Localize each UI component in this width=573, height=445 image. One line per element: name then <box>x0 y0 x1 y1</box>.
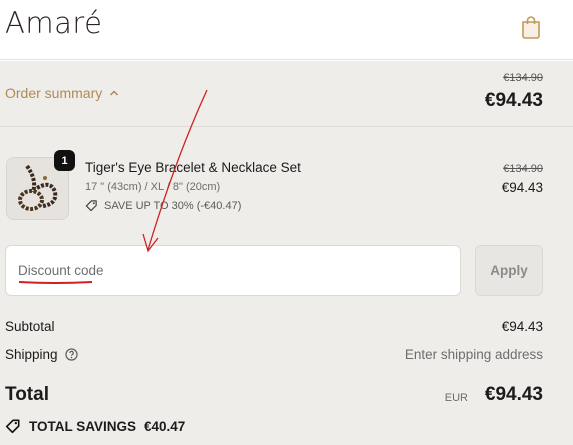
checkout-page: Amaré Order summary €134.90 €94.43 1 Tig… <box>0 0 573 445</box>
shipping-label: Shipping <box>5 347 58 362</box>
product-title: Tiger's Eye Bracelet & Necklace Set <box>85 160 301 175</box>
subtotal-label: Subtotal <box>5 319 55 334</box>
order-summary-label: Order summary <box>5 85 103 101</box>
shipping-row-label: Shipping <box>5 347 78 362</box>
discount-code-input[interactable] <box>5 245 461 296</box>
total-savings-row: TOTAL SAVINGS €40.47 <box>5 418 185 434</box>
help-circle-icon[interactable] <box>65 348 78 361</box>
subtotal-value: €94.43 <box>501 319 543 334</box>
tag-icon <box>85 200 97 212</box>
total-savings-label: TOTAL SAVINGS <box>29 418 137 434</box>
total-savings-value: €40.47 <box>144 418 186 434</box>
order-summary-bar: Order summary €134.90 €94.43 <box>0 61 573 127</box>
product-variant: 17 " (43cm) / XL / 8" (20cm) <box>85 181 221 193</box>
tag-icon <box>5 419 20 434</box>
product-original-price: €134.90 <box>503 163 543 175</box>
chevron-up-icon <box>110 90 119 96</box>
quantity-badge: 1 <box>54 150 75 171</box>
order-details: 1 Tiger's Eye Bracelet & Necklace Set 17… <box>0 127 573 445</box>
header: Amaré <box>0 0 573 60</box>
brand-logo[interactable]: Amaré <box>5 6 103 40</box>
apply-discount-button[interactable]: Apply <box>475 245 543 296</box>
total-currency: EUR <box>444 392 468 404</box>
product-savings: SAVE UP TO 30% (-€40.47) <box>85 199 241 212</box>
product-savings-text: SAVE UP TO 30% (-€40.47) <box>104 199 242 212</box>
order-summary-toggle[interactable]: Order summary <box>5 85 119 101</box>
summary-price: €94.43 <box>484 90 543 111</box>
shipping-value: Enter shipping address <box>404 347 543 362</box>
product-price: €94.43 <box>501 180 543 195</box>
total-label: Total <box>5 384 49 405</box>
shopping-bag-icon[interactable] <box>520 15 542 39</box>
total-value: €94.43 <box>484 384 543 405</box>
summary-original-price: €134.90 <box>503 72 543 84</box>
